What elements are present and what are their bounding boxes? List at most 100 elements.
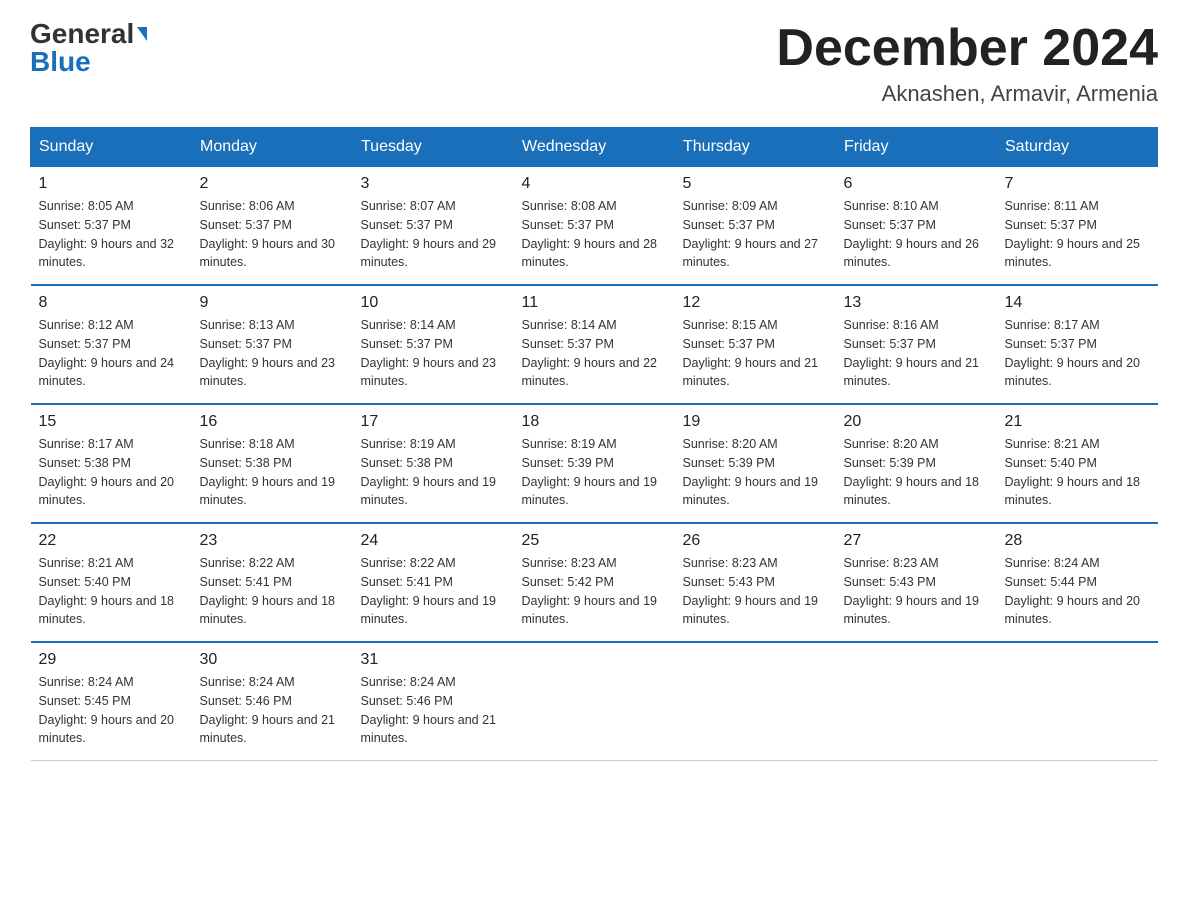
day-info: Sunrise: 8:24 AM Sunset: 5:44 PM Dayligh…: [1005, 554, 1150, 629]
day-number: 4: [522, 175, 667, 193]
calendar-cell: 25 Sunrise: 8:23 AM Sunset: 5:42 PM Dayl…: [514, 523, 675, 642]
day-info: Sunrise: 8:14 AM Sunset: 5:37 PM Dayligh…: [522, 316, 667, 391]
day-number: 6: [844, 175, 989, 193]
calendar-cell: 28 Sunrise: 8:24 AM Sunset: 5:44 PM Dayl…: [997, 523, 1158, 642]
day-number: 12: [683, 294, 828, 312]
day-number: 10: [361, 294, 506, 312]
calendar-week-row: 1 Sunrise: 8:05 AM Sunset: 5:37 PM Dayli…: [31, 167, 1158, 286]
calendar-cell: 17 Sunrise: 8:19 AM Sunset: 5:38 PM Dayl…: [353, 404, 514, 523]
day-info: Sunrise: 8:17 AM Sunset: 5:37 PM Dayligh…: [1005, 316, 1150, 391]
day-info: Sunrise: 8:19 AM Sunset: 5:38 PM Dayligh…: [361, 435, 506, 510]
calendar-cell: [997, 642, 1158, 761]
day-info: Sunrise: 8:19 AM Sunset: 5:39 PM Dayligh…: [522, 435, 667, 510]
day-number: 30: [200, 651, 345, 669]
day-info: Sunrise: 8:18 AM Sunset: 5:38 PM Dayligh…: [200, 435, 345, 510]
calendar-cell: 21 Sunrise: 8:21 AM Sunset: 5:40 PM Dayl…: [997, 404, 1158, 523]
day-info: Sunrise: 8:20 AM Sunset: 5:39 PM Dayligh…: [683, 435, 828, 510]
day-info: Sunrise: 8:24 AM Sunset: 5:46 PM Dayligh…: [200, 673, 345, 748]
day-number: 27: [844, 532, 989, 550]
calendar-cell: 1 Sunrise: 8:05 AM Sunset: 5:37 PM Dayli…: [31, 167, 192, 286]
calendar-cell: 24 Sunrise: 8:22 AM Sunset: 5:41 PM Dayl…: [353, 523, 514, 642]
day-number: 5: [683, 175, 828, 193]
calendar-cell: 14 Sunrise: 8:17 AM Sunset: 5:37 PM Dayl…: [997, 285, 1158, 404]
location-title: Aknashen, Armavir, Armenia: [776, 81, 1158, 107]
day-number: 15: [39, 413, 184, 431]
header-wednesday: Wednesday: [514, 128, 675, 167]
day-number: 25: [522, 532, 667, 550]
calendar-cell: 27 Sunrise: 8:23 AM Sunset: 5:43 PM Dayl…: [836, 523, 997, 642]
title-block: December 2024 Aknashen, Armavir, Armenia: [776, 20, 1158, 107]
day-info: Sunrise: 8:24 AM Sunset: 5:46 PM Dayligh…: [361, 673, 506, 748]
day-info: Sunrise: 8:07 AM Sunset: 5:37 PM Dayligh…: [361, 197, 506, 272]
day-number: 28: [1005, 532, 1150, 550]
day-info: Sunrise: 8:10 AM Sunset: 5:37 PM Dayligh…: [844, 197, 989, 272]
calendar-cell: 3 Sunrise: 8:07 AM Sunset: 5:37 PM Dayli…: [353, 167, 514, 286]
calendar-cell: [514, 642, 675, 761]
day-number: 21: [1005, 413, 1150, 431]
calendar-cell: 12 Sunrise: 8:15 AM Sunset: 5:37 PM Dayl…: [675, 285, 836, 404]
calendar-week-row: 22 Sunrise: 8:21 AM Sunset: 5:40 PM Dayl…: [31, 523, 1158, 642]
day-number: 31: [361, 651, 506, 669]
day-number: 16: [200, 413, 345, 431]
calendar-week-row: 8 Sunrise: 8:12 AM Sunset: 5:37 PM Dayli…: [31, 285, 1158, 404]
calendar-cell: 2 Sunrise: 8:06 AM Sunset: 5:37 PM Dayli…: [192, 167, 353, 286]
calendar-cell: 22 Sunrise: 8:21 AM Sunset: 5:40 PM Dayl…: [31, 523, 192, 642]
weekday-header-row: Sunday Monday Tuesday Wednesday Thursday…: [31, 128, 1158, 167]
day-number: 18: [522, 413, 667, 431]
day-number: 29: [39, 651, 184, 669]
day-info: Sunrise: 8:17 AM Sunset: 5:38 PM Dayligh…: [39, 435, 184, 510]
day-number: 1: [39, 175, 184, 193]
day-info: Sunrise: 8:16 AM Sunset: 5:37 PM Dayligh…: [844, 316, 989, 391]
logo-blue-text: Blue: [30, 48, 91, 76]
day-number: 8: [39, 294, 184, 312]
header-saturday: Saturday: [997, 128, 1158, 167]
calendar-cell: 31 Sunrise: 8:24 AM Sunset: 5:46 PM Dayl…: [353, 642, 514, 761]
header-sunday: Sunday: [31, 128, 192, 167]
calendar-cell: 23 Sunrise: 8:22 AM Sunset: 5:41 PM Dayl…: [192, 523, 353, 642]
day-number: 9: [200, 294, 345, 312]
header-friday: Friday: [836, 128, 997, 167]
calendar-cell: 6 Sunrise: 8:10 AM Sunset: 5:37 PM Dayli…: [836, 167, 997, 286]
calendar-cell: 7 Sunrise: 8:11 AM Sunset: 5:37 PM Dayli…: [997, 167, 1158, 286]
day-info: Sunrise: 8:15 AM Sunset: 5:37 PM Dayligh…: [683, 316, 828, 391]
day-info: Sunrise: 8:21 AM Sunset: 5:40 PM Dayligh…: [39, 554, 184, 629]
calendar-cell: 29 Sunrise: 8:24 AM Sunset: 5:45 PM Dayl…: [31, 642, 192, 761]
day-number: 2: [200, 175, 345, 193]
calendar-cell: 10 Sunrise: 8:14 AM Sunset: 5:37 PM Dayl…: [353, 285, 514, 404]
day-number: 23: [200, 532, 345, 550]
logo: General Blue: [30, 20, 147, 76]
day-info: Sunrise: 8:12 AM Sunset: 5:37 PM Dayligh…: [39, 316, 184, 391]
month-title: December 2024: [776, 20, 1158, 77]
day-info: Sunrise: 8:23 AM Sunset: 5:43 PM Dayligh…: [844, 554, 989, 629]
header-tuesday: Tuesday: [353, 128, 514, 167]
header-monday: Monday: [192, 128, 353, 167]
day-number: 22: [39, 532, 184, 550]
day-info: Sunrise: 8:06 AM Sunset: 5:37 PM Dayligh…: [200, 197, 345, 272]
day-number: 20: [844, 413, 989, 431]
calendar-table: Sunday Monday Tuesday Wednesday Thursday…: [30, 127, 1158, 761]
day-info: Sunrise: 8:11 AM Sunset: 5:37 PM Dayligh…: [1005, 197, 1150, 272]
day-info: Sunrise: 8:23 AM Sunset: 5:43 PM Dayligh…: [683, 554, 828, 629]
day-number: 26: [683, 532, 828, 550]
calendar-cell: 4 Sunrise: 8:08 AM Sunset: 5:37 PM Dayli…: [514, 167, 675, 286]
calendar-cell: 26 Sunrise: 8:23 AM Sunset: 5:43 PM Dayl…: [675, 523, 836, 642]
day-info: Sunrise: 8:08 AM Sunset: 5:37 PM Dayligh…: [522, 197, 667, 272]
calendar-cell: 8 Sunrise: 8:12 AM Sunset: 5:37 PM Dayli…: [31, 285, 192, 404]
calendar-cell: 5 Sunrise: 8:09 AM Sunset: 5:37 PM Dayli…: [675, 167, 836, 286]
day-number: 11: [522, 294, 667, 312]
calendar-cell: 20 Sunrise: 8:20 AM Sunset: 5:39 PM Dayl…: [836, 404, 997, 523]
day-info: Sunrise: 8:21 AM Sunset: 5:40 PM Dayligh…: [1005, 435, 1150, 510]
calendar-week-row: 15 Sunrise: 8:17 AM Sunset: 5:38 PM Dayl…: [31, 404, 1158, 523]
calendar-cell: [836, 642, 997, 761]
calendar-cell: 30 Sunrise: 8:24 AM Sunset: 5:46 PM Dayl…: [192, 642, 353, 761]
header-thursday: Thursday: [675, 128, 836, 167]
calendar-cell: 15 Sunrise: 8:17 AM Sunset: 5:38 PM Dayl…: [31, 404, 192, 523]
day-info: Sunrise: 8:13 AM Sunset: 5:37 PM Dayligh…: [200, 316, 345, 391]
day-info: Sunrise: 8:22 AM Sunset: 5:41 PM Dayligh…: [200, 554, 345, 629]
calendar-cell: 18 Sunrise: 8:19 AM Sunset: 5:39 PM Dayl…: [514, 404, 675, 523]
day-info: Sunrise: 8:23 AM Sunset: 5:42 PM Dayligh…: [522, 554, 667, 629]
logo-general-text: General: [30, 20, 134, 48]
calendar-cell: 19 Sunrise: 8:20 AM Sunset: 5:39 PM Dayl…: [675, 404, 836, 523]
day-info: Sunrise: 8:09 AM Sunset: 5:37 PM Dayligh…: [683, 197, 828, 272]
calendar-week-row: 29 Sunrise: 8:24 AM Sunset: 5:45 PM Dayl…: [31, 642, 1158, 761]
